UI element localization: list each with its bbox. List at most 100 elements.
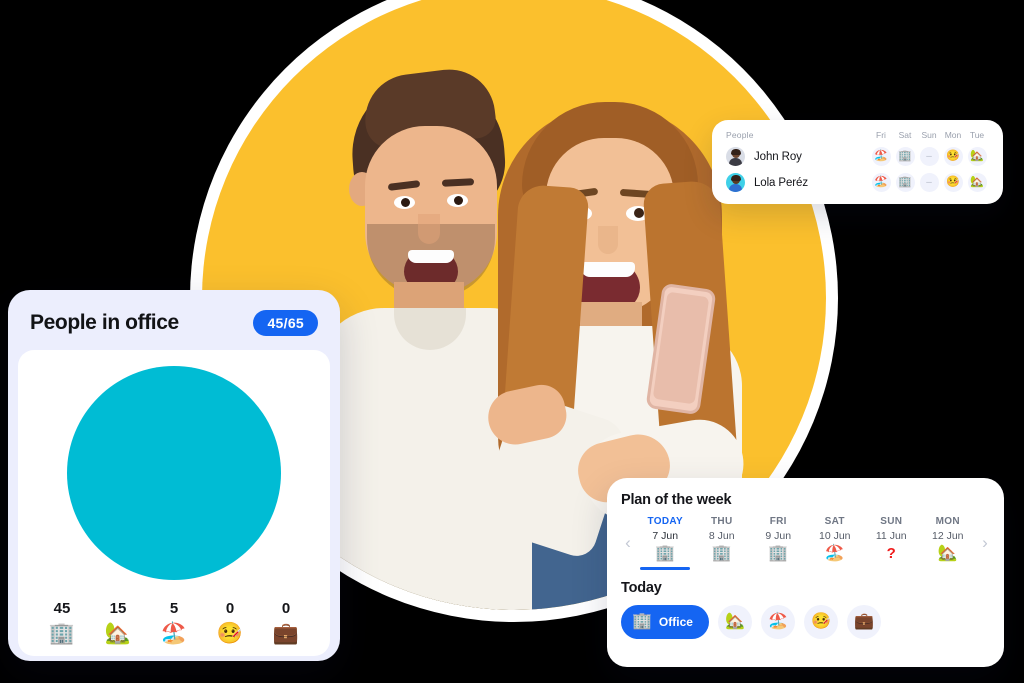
people-column-label: People	[726, 130, 754, 140]
avatar-john-roy	[726, 147, 745, 166]
plan-day-name: TODAY	[647, 516, 683, 527]
people-status-cell[interactable]: 🏢	[893, 147, 917, 166]
people-card-header: People Fri Sat Sun Mon Tue	[726, 130, 989, 140]
people-status-cell[interactable]: 🏢	[893, 173, 917, 192]
office-card-header: People in office 45/65	[18, 300, 330, 350]
plan-day-name: THU	[711, 516, 733, 527]
people-day-header: Sun	[921, 130, 937, 140]
vacation-beach-icon: 🏖️	[824, 545, 845, 562]
prev-week-arrow-icon[interactable]: ‹	[619, 533, 637, 553]
office-building-icon: 🏢	[632, 613, 652, 630]
people-schedule-card: People Fri Sat Sun Mon Tue John Roy 🏖️ 🏢 – 🤒 🏡 Lol…	[712, 120, 1003, 204]
office-building-icon: 🏢	[895, 147, 915, 166]
people-name: Lola Peréz	[754, 176, 808, 189]
status-badge: 45/65	[253, 310, 318, 336]
sick-face-icon: 🤒	[943, 147, 963, 166]
legend-value: 5	[169, 600, 179, 617]
office-pie-chart[interactable]	[67, 366, 281, 580]
people-row[interactable]: Lola Peréz 🏖️ 🏢 – 🤒 🏡	[726, 173, 989, 192]
people-name: John Roy	[754, 150, 802, 163]
plan-day-fri[interactable]: FRI 9 Jun 🏢	[750, 516, 807, 570]
home-icon: 🏡	[104, 622, 132, 645]
today-section-label: Today	[621, 580, 662, 596]
people-status-cell[interactable]: 🏖️	[869, 147, 893, 166]
vacation-beach-icon: 🏖️	[871, 173, 891, 192]
plan-day-name: FRI	[769, 516, 787, 527]
people-day-header: Mon	[944, 130, 962, 140]
legend-value: 0	[281, 600, 291, 617]
people-status-cell[interactable]: –	[917, 173, 941, 192]
legend-item: 0 💼	[258, 600, 314, 644]
people-status-cell[interactable]: –	[917, 147, 941, 166]
next-week-arrow-icon[interactable]: ›	[976, 533, 994, 553]
status-chip-list: 🏢 Office 🏡 🏖️ 🤒 💼	[619, 605, 994, 639]
plan-day-date: 9 Jun	[765, 530, 792, 542]
status-chip-home[interactable]: 🏡	[717, 605, 752, 639]
plan-day-name: MON	[935, 516, 960, 527]
plan-week-strip: ‹ TODAY 7 Jun 🏢 THU 8 Jun 🏢 FRI 9 Jun 🏢 SAT 10 Jun…	[619, 516, 994, 570]
plan-day-today[interactable]: TODAY 7 Jun 🏢	[637, 516, 694, 570]
people-row[interactable]: John Roy 🏖️ 🏢 – 🤒 🏡	[726, 147, 989, 166]
plan-day-mon[interactable]: MON 12 Jun 🏡	[920, 516, 977, 570]
legend-item: 0 🤒	[202, 600, 258, 644]
plan-day-date: 7 Jun	[652, 530, 679, 542]
sick-face-icon: 🤒	[943, 173, 963, 192]
legend-value: 15	[109, 600, 127, 617]
plan-of-the-week-card: Plan of the week ‹ TODAY 7 Jun 🏢 THU 8 Jun 🏢 F…	[607, 478, 1004, 667]
status-chip-vacation-beach[interactable]: 🏖️	[760, 605, 795, 639]
page-title: People in office	[30, 311, 179, 334]
plan-card-title: Plan of the week	[621, 492, 732, 508]
office-building-icon: 🏢	[48, 622, 76, 645]
plan-day-date: 12 Jun	[931, 530, 964, 542]
sick-face-icon: 🤒	[216, 622, 244, 645]
plan-day-name: SUN	[880, 516, 903, 527]
hero-illustration-stage: People in office 45/65 45 🏢 15 🏡 5 🏖️ 0 🤒 0 💼 Peo…	[0, 0, 1024, 683]
people-status-cell[interactable]: 🤒	[941, 173, 965, 192]
home-icon: 🏡	[967, 147, 987, 166]
status-chip-office-active[interactable]: 🏢 Office	[621, 605, 709, 639]
legend-item: 15 🏡	[90, 600, 146, 644]
status-chip-label: Office	[658, 615, 693, 629]
people-in-office-card: People in office 45/65 45 🏢 15 🏡 5 🏖️ 0 🤒 0 💼	[8, 290, 340, 661]
office-pie-legend: 45 🏢 15 🏡 5 🏖️ 0 🤒 0 💼	[28, 600, 320, 644]
status-chip-sick-face[interactable]: 🤒	[803, 605, 838, 639]
home-icon: 🏡	[937, 545, 958, 562]
plan-day-date: 8 Jun	[708, 530, 735, 542]
office-card-body: 45 🏢 15 🏡 5 🏖️ 0 🤒 0 💼	[18, 350, 330, 656]
business-trip-icon: 💼	[272, 622, 300, 645]
office-building-icon: 🏢	[768, 545, 789, 562]
people-day-header: Fri	[876, 130, 886, 140]
legend-value: 45	[53, 600, 71, 617]
people-day-header: Tue	[969, 130, 985, 140]
people-day-headers: Fri Sat Sun Mon Tue	[869, 130, 989, 140]
plan-day-sat[interactable]: SAT 10 Jun 🏖️	[807, 516, 864, 570]
people-status-cell[interactable]: 🏡	[965, 147, 989, 166]
plan-day-date: 11 Jun	[875, 530, 907, 542]
plan-day-thu[interactable]: THU 8 Jun 🏢	[694, 516, 751, 570]
vacation-beach-icon: 🏖️	[871, 147, 891, 166]
plan-day-name: SAT	[824, 516, 845, 527]
legend-item: 45 🏢	[34, 600, 90, 644]
people-status-cell[interactable]: 🏡	[965, 173, 989, 192]
no-status-dash-icon: –	[919, 173, 939, 192]
unknown-question-icon: ?	[886, 545, 896, 562]
people-status-cell[interactable]: 🤒	[941, 147, 965, 166]
legend-item: 5 🏖️	[146, 600, 202, 644]
selected-day-underline	[640, 567, 691, 570]
no-status-dash-icon: –	[919, 147, 939, 166]
office-building-icon: 🏢	[711, 545, 732, 562]
vacation-beach-icon: 🏖️	[160, 622, 188, 645]
plan-day-list: TODAY 7 Jun 🏢 THU 8 Jun 🏢 FRI 9 Jun 🏢 SAT 10 Jun 🏖️…	[637, 516, 976, 570]
status-chip-business-trip[interactable]: 💼	[846, 605, 881, 639]
legend-value: 0	[225, 600, 235, 617]
plan-day-date: 10 Jun	[818, 530, 851, 542]
people-day-header: Sat	[898, 130, 912, 140]
people-status-cell[interactable]: 🏖️	[869, 173, 893, 192]
avatar-lola-perez	[726, 173, 745, 192]
people-status-cells: 🏖️ 🏢 – 🤒 🏡	[869, 173, 989, 192]
home-icon: 🏡	[967, 173, 987, 192]
office-building-icon: 🏢	[655, 545, 676, 562]
plan-day-sun[interactable]: SUN 11 Jun?	[863, 516, 920, 570]
office-building-icon: 🏢	[895, 173, 915, 192]
people-status-cells: 🏖️ 🏢 – 🤒 🏡	[869, 147, 989, 166]
